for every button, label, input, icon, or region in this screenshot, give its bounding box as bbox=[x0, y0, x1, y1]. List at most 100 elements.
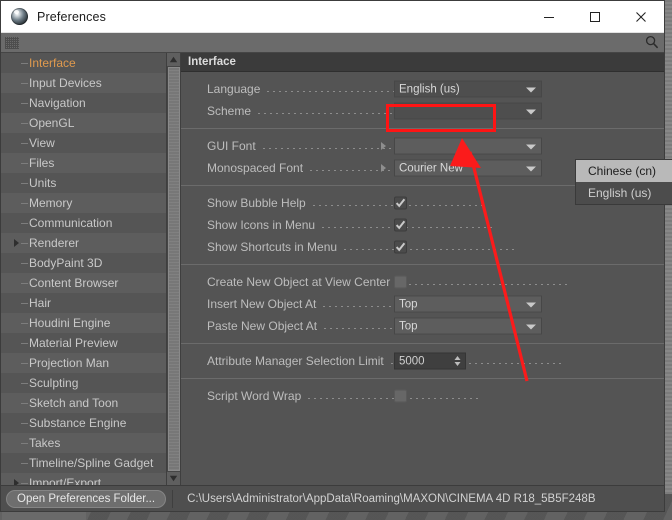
cinema4d-icon bbox=[11, 8, 28, 25]
spinner-down-icon[interactable] bbox=[454, 362, 461, 367]
sidebar-item-label: Units bbox=[29, 176, 56, 190]
sidebar-item-houdini-engine[interactable]: Houdini Engine bbox=[1, 313, 166, 333]
spinner-control[interactable] bbox=[454, 356, 461, 367]
tree-connector bbox=[21, 103, 28, 104]
sidebar-item-timeline-spline-gadget[interactable]: Timeline/Spline Gadget bbox=[1, 453, 166, 473]
setting-row-show-icons-in-menu: Show Icons in Menu bbox=[181, 214, 664, 236]
sidebar-item-label: Projection Man bbox=[29, 356, 109, 370]
window-title: Preferences bbox=[37, 10, 106, 24]
setting-control bbox=[394, 276, 407, 289]
language-dropdown-popup[interactable]: Chinese (cn) English (us) bbox=[575, 159, 672, 205]
sidebar-item-files[interactable]: Files bbox=[1, 153, 166, 173]
number-value: 5000 bbox=[399, 355, 425, 367]
dropdown-gui-font[interactable] bbox=[394, 138, 542, 155]
dropdown-value: Top bbox=[399, 320, 418, 332]
maximize-button[interactable] bbox=[572, 1, 618, 33]
scroll-track[interactable] bbox=[167, 66, 181, 472]
language-option-english-us[interactable]: English (us) bbox=[576, 182, 672, 204]
sidebar-item-import-export[interactable]: Import/Export bbox=[1, 473, 166, 485]
language-option-label: English (us) bbox=[588, 186, 651, 200]
sidebar-item-label: Sculpting bbox=[29, 376, 78, 390]
sidebar-item-sculpting[interactable]: Sculpting bbox=[1, 373, 166, 393]
checkbox-show-shortcuts-in-menu[interactable] bbox=[394, 241, 407, 254]
sidebar-item-input-devices[interactable]: Input Devices bbox=[1, 73, 166, 93]
dotted-leader bbox=[397, 276, 570, 288]
sidebar-item-bodypaint-3d[interactable]: BodyPaint 3D bbox=[1, 253, 166, 273]
sidebar-item-label: BodyPaint 3D bbox=[29, 256, 102, 270]
chevron-down-icon bbox=[169, 475, 178, 482]
tree-connector bbox=[21, 203, 28, 204]
window-controls bbox=[526, 1, 664, 33]
settings-group: LanguageEnglish (us)Scheme bbox=[181, 72, 664, 128]
scroll-down-button[interactable] bbox=[167, 472, 181, 485]
expander-icon[interactable] bbox=[14, 479, 19, 485]
sidebar-item-memory[interactable]: Memory bbox=[1, 193, 166, 213]
setting-label: Attribute Manager Selection Limit bbox=[207, 354, 384, 368]
checkbox-script-word-wrap[interactable] bbox=[394, 390, 407, 403]
scroll-thumb[interactable] bbox=[168, 67, 180, 471]
check-icon bbox=[395, 220, 406, 231]
tree-connector bbox=[21, 63, 28, 64]
sidebar-item-view[interactable]: View bbox=[1, 133, 166, 153]
language-option-chinese-cn[interactable]: Chinese (cn) bbox=[576, 160, 672, 182]
checkbox-show-bubble-help[interactable] bbox=[394, 197, 407, 210]
sidebar-item-material-preview[interactable]: Material Preview bbox=[1, 333, 166, 353]
interface-settings-panel: Interface LanguageEnglish (us)SchemeGUI … bbox=[181, 53, 664, 485]
tree-connector bbox=[21, 123, 28, 124]
spinner-up-icon[interactable] bbox=[454, 356, 461, 361]
tree-connector bbox=[21, 363, 28, 364]
sidebar-item-hair[interactable]: Hair bbox=[1, 293, 166, 313]
tree-connector bbox=[21, 403, 28, 404]
dropdown-scheme[interactable] bbox=[394, 103, 542, 120]
sidebar-item-label: Navigation bbox=[29, 96, 86, 110]
submenu-arrow-icon[interactable] bbox=[381, 142, 386, 150]
dropdown-paste-new-object-at[interactable]: Top bbox=[394, 318, 542, 335]
setting-row-paste-new-object-at: Paste New Object At Top bbox=[181, 315, 664, 337]
sidebar-item-projection-man[interactable]: Projection Man bbox=[1, 353, 166, 373]
tree-connector bbox=[21, 423, 28, 424]
tree-connector bbox=[21, 303, 28, 304]
setting-label: Paste New Object At bbox=[207, 319, 317, 333]
chevron-down-icon bbox=[526, 110, 536, 115]
sidebar-item-label: Communication bbox=[29, 216, 112, 230]
settings-group: Script Word Wrap bbox=[181, 378, 664, 413]
minimize-button[interactable] bbox=[526, 1, 572, 33]
setting-label: Language bbox=[207, 82, 260, 96]
sidebar-item-sketch-and-toon[interactable]: Sketch and Toon bbox=[1, 393, 166, 413]
setting-control bbox=[394, 390, 407, 403]
dropdown-insert-new-object-at[interactable]: Top bbox=[394, 296, 542, 313]
checkbox-show-icons-in-menu[interactable] bbox=[394, 219, 407, 232]
search-button[interactable] bbox=[645, 35, 659, 54]
check-icon bbox=[395, 242, 406, 253]
sidebar-item-interface[interactable]: Interface bbox=[1, 53, 166, 73]
sidebar-item-label: Material Preview bbox=[29, 336, 118, 350]
panel-title: Interface bbox=[181, 53, 664, 72]
sidebar-item-takes[interactable]: Takes bbox=[1, 433, 166, 453]
sidebar-item-navigation[interactable]: Navigation bbox=[1, 93, 166, 113]
chevron-down-icon bbox=[526, 88, 536, 93]
dropdown-language[interactable]: English (us) bbox=[394, 81, 542, 98]
settings-tree[interactable]: Interface Input Devices Navigation OpenGLVi… bbox=[1, 53, 166, 485]
close-button[interactable] bbox=[618, 1, 664, 33]
setting-control: Top bbox=[394, 296, 542, 313]
dropdown-monospaced-font[interactable]: Courier New bbox=[394, 160, 542, 177]
dropdown-value: Courier New bbox=[399, 162, 463, 174]
sidebar-scrollbar[interactable] bbox=[166, 53, 180, 485]
sidebar-item-content-browser[interactable]: Content Browser bbox=[1, 273, 166, 293]
checkbox-create-new-object-at-view-center[interactable] bbox=[394, 276, 407, 289]
sidebar-item-substance-engine[interactable]: Substance Engine bbox=[1, 413, 166, 433]
sidebar-item-label: Input Devices bbox=[29, 76, 102, 90]
drag-grip[interactable] bbox=[5, 37, 19, 49]
submenu-arrow-icon[interactable] bbox=[381, 164, 386, 172]
sidebar-item-opengl[interactable]: OpenGL bbox=[1, 113, 166, 133]
scroll-up-button[interactable] bbox=[167, 53, 181, 66]
sidebar-item-communication[interactable]: Communication bbox=[1, 213, 166, 233]
settings-rows: LanguageEnglish (us)SchemeGUI FontMonosp… bbox=[181, 72, 664, 485]
setting-control bbox=[394, 103, 542, 120]
sidebar-item-label: Substance Engine bbox=[29, 416, 126, 430]
sidebar-item-units[interactable]: Units bbox=[1, 173, 166, 193]
number-field-attribute-manager-selection-limit[interactable]: 5000 bbox=[394, 353, 466, 370]
sidebar-item-renderer[interactable]: Renderer bbox=[1, 233, 166, 253]
open-preferences-folder-button[interactable]: Open Preferences Folder... bbox=[6, 490, 166, 508]
expander-icon[interactable] bbox=[14, 239, 19, 247]
